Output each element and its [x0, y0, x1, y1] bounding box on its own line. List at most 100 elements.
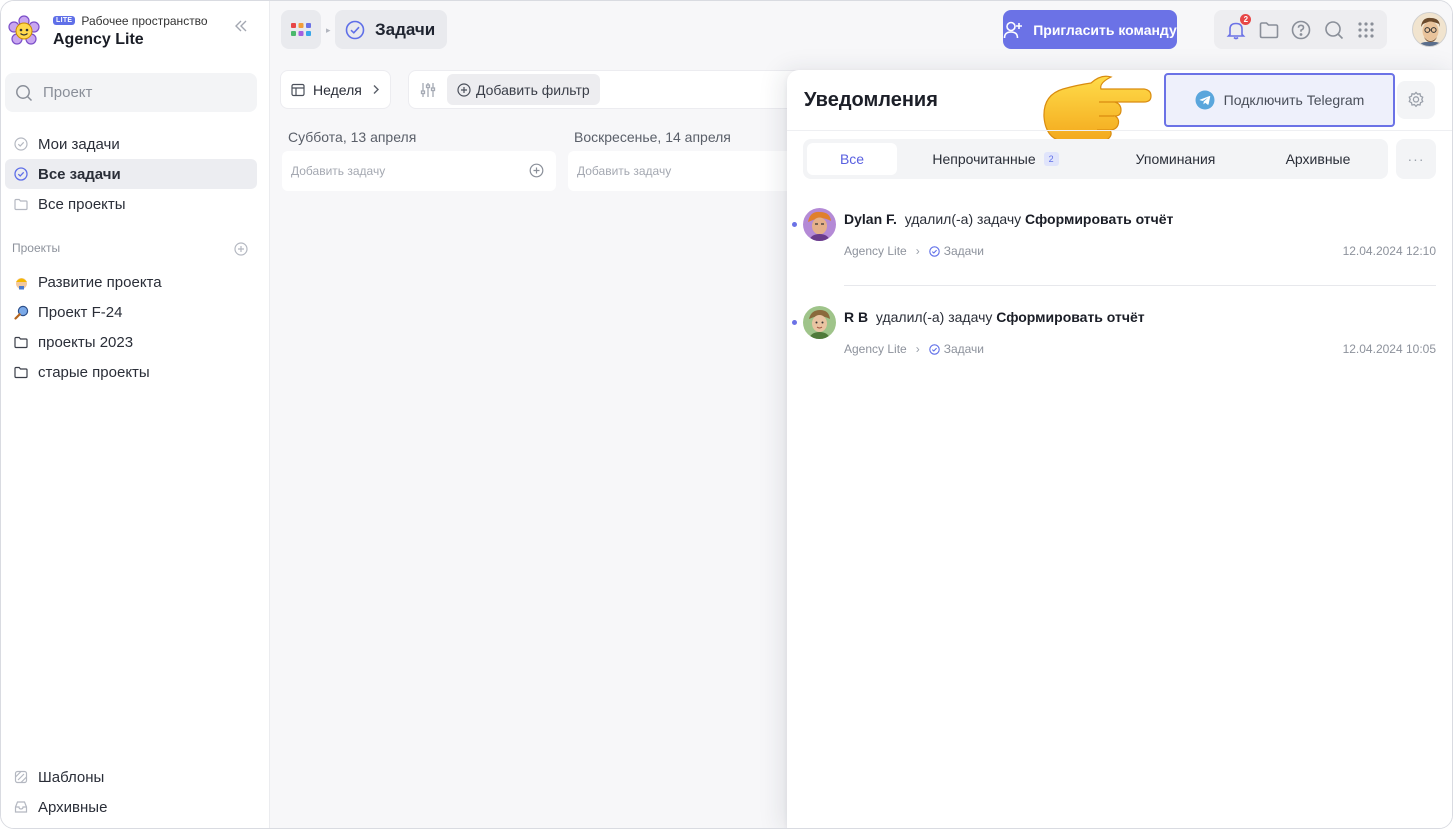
nav-all-tasks[interactable]: Все задачи — [5, 159, 257, 189]
workspace-subtitle: Рабочее пространство — [81, 13, 208, 28]
tab-all[interactable]: Все — [807, 143, 897, 175]
telegram-label: Подключить Telegram — [1223, 92, 1365, 108]
search-icon — [15, 84, 33, 102]
day-title: Воскресенье, 14 апреля — [574, 129, 731, 145]
gear-icon — [1407, 91, 1425, 109]
add-filter-button[interactable]: Добавить фильтр — [447, 74, 600, 105]
tab-archive[interactable]: Архивные — [1258, 143, 1378, 175]
project-label: проекты 2023 — [38, 333, 134, 351]
chevron-right-icon — [372, 82, 380, 98]
add-task-card[interactable]: Добавить задачу — [282, 151, 556, 191]
tab-label: Упоминания — [1135, 151, 1216, 167]
project-item[interactable]: Развитие проекта — [5, 267, 257, 297]
tab-mentions[interactable]: Упоминания — [1103, 143, 1248, 175]
header-divider — [787, 130, 1452, 131]
more-options-button[interactable]: ··· — [1396, 139, 1436, 179]
project-label: старые проекты — [38, 363, 150, 381]
view-selector[interactable]: Неделя — [280, 70, 391, 109]
telegram-icon — [1195, 90, 1215, 110]
nav-all-projects[interactable]: Все проекты — [5, 189, 257, 219]
notification-user: Dylan F. — [844, 211, 897, 227]
view-label: Неделя — [313, 81, 362, 98]
nav-templates[interactable]: Шаблоны — [5, 762, 257, 792]
notification-section[interactable]: Задачи — [944, 244, 984, 258]
unread-dot-icon — [792, 320, 797, 325]
tab-label: Непрочитанные — [932, 151, 1036, 167]
bell-icon[interactable]: 2 — [1226, 13, 1252, 40]
notification-divider — [844, 285, 1436, 286]
notification-action: удалил(-а) задачу — [875, 309, 993, 325]
notification-item[interactable]: R B удалил(-а) задачу Сформировать отчёт… — [787, 298, 1452, 378]
breadcrumb-label: Задачи — [375, 19, 436, 39]
project-search-input[interactable]: Проект — [5, 73, 257, 112]
notification-action: удалил(-а) задачу — [904, 211, 1022, 227]
notification-badge: 2 — [1240, 13, 1252, 25]
filter-sliders-icon[interactable] — [419, 81, 437, 99]
templates-icon — [13, 770, 29, 784]
search-placeholder: Проект — [43, 84, 93, 101]
nav-label: Мои задачи — [38, 135, 120, 153]
project-item[interactable]: Проект F-24 — [5, 297, 257, 327]
magnifier-emoji-icon — [13, 305, 29, 320]
workspace-switcher[interactable]: LITE Рабочее пространство Agency Lite — [7, 9, 265, 53]
notification-tabs: Все Непрочитанные 2 Упоминания Архивные — [803, 139, 1388, 179]
user-avatar[interactable] — [1412, 12, 1447, 47]
notifications-title: Уведомления — [804, 89, 938, 111]
check-circle-icon — [928, 245, 940, 257]
check-circle-icon — [13, 137, 29, 151]
check-circle-icon — [13, 167, 29, 181]
check-circle-icon — [345, 20, 365, 40]
folder-icon — [13, 366, 29, 379]
collapse-sidebar-icon[interactable] — [234, 19, 248, 38]
notification-time: 12.04.2024 10:05 — [1342, 342, 1436, 356]
notification-workspace[interactable]: Agency Lite — [844, 244, 907, 258]
notification-workspace[interactable]: Agency Lite — [844, 342, 907, 356]
notification-time: 12.04.2024 12:10 — [1342, 244, 1436, 258]
workspace-name: Agency Lite — [53, 30, 144, 48]
help-icon[interactable] — [1291, 20, 1311, 40]
avatar[interactable] — [803, 306, 836, 339]
day-title: Суббота, 13 апреля — [288, 129, 417, 145]
settings-button[interactable] — [1397, 81, 1435, 119]
breadcrumb-separator-icon: ▸ — [326, 25, 331, 35]
plus-circle-icon — [457, 82, 471, 97]
nav-archive[interactable]: Архивные — [5, 792, 257, 822]
notification-text: Dylan F. удалил(-а) задачу Сформировать … — [844, 211, 1173, 227]
plus-circle-icon[interactable] — [529, 163, 544, 181]
nav-label: Все проекты — [38, 195, 126, 213]
notifications-panel: Уведомления Подключить Telegram Все Непр… — [787, 70, 1452, 828]
worker-emoji-icon — [13, 275, 29, 290]
notification-task[interactable]: Сформировать отчёт — [1025, 211, 1173, 227]
project-item[interactable]: проекты 2023 — [5, 327, 257, 357]
breadcrumb[interactable]: Задачи — [335, 10, 448, 49]
check-circle-icon — [928, 343, 940, 355]
pointing-hand-emoji-icon — [1041, 71, 1153, 143]
archive-icon — [13, 800, 29, 814]
notification-user: R B — [844, 309, 869, 325]
lite-badge: LITE — [53, 16, 76, 25]
search-icon[interactable] — [1324, 20, 1344, 40]
invite-team-button[interactable]: Пригласить команду — [1003, 10, 1177, 49]
folder-icon — [13, 198, 29, 211]
unread-count-badge: 2 — [1043, 152, 1059, 166]
add-project-icon[interactable] — [234, 242, 248, 259]
project-label: Проект F-24 — [38, 303, 123, 321]
top-bar: ▸ Задачи Пригласить команду 2 — [270, 1, 1452, 59]
add-task-card[interactable]: Добавить задачу — [568, 151, 798, 191]
unread-dot-icon — [792, 222, 797, 227]
notification-section[interactable]: Задачи — [944, 342, 984, 356]
project-item[interactable]: старые проекты — [5, 357, 257, 387]
notification-item[interactable]: Dylan F. удалил(-а) задачу Сформировать … — [787, 200, 1452, 280]
apps-grid-button[interactable] — [281, 10, 321, 49]
connect-telegram-button[interactable]: Подключить Telegram — [1164, 73, 1395, 127]
notification-task[interactable]: Сформировать отчёт — [996, 309, 1144, 325]
nav-label: Все задачи — [38, 165, 121, 183]
nav-label: Шаблоны — [38, 768, 105, 786]
add-filter-label: Добавить фильтр — [476, 81, 590, 98]
tab-unread[interactable]: Непрочитанные 2 — [913, 143, 1078, 175]
folder-icon[interactable] — [1259, 21, 1279, 39]
nav-my-tasks[interactable]: Мои задачи — [5, 129, 257, 159]
workspace-logo-icon — [7, 14, 41, 48]
apps-dots-icon[interactable] — [1357, 21, 1375, 39]
avatar[interactable] — [803, 208, 836, 241]
